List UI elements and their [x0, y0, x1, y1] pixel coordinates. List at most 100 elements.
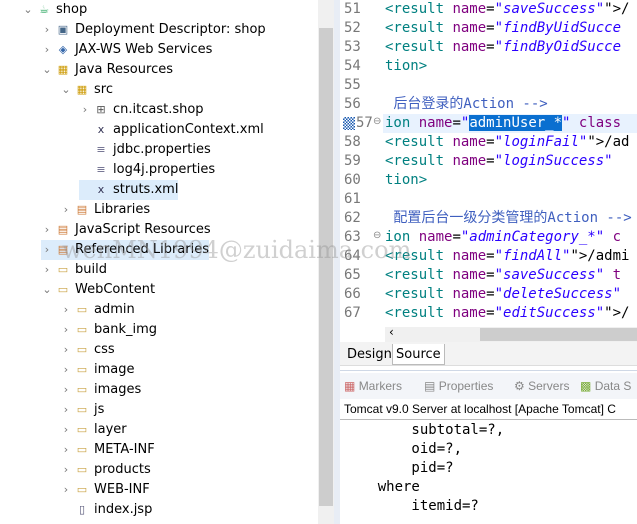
tree-item[interactable]: x applicationContext.xml [79, 120, 264, 140]
code-line[interactable]: <result name="findAll"">/admi [385, 247, 629, 266]
code-token: ion [385, 115, 419, 131]
tree-item-label: products [94, 462, 151, 477]
tab-data-source[interactable]: ▩ Data S [580, 379, 631, 393]
code-token: "saveSuccess" [494, 267, 605, 283]
tree-item[interactable]: › ▭ admin [60, 300, 135, 320]
scroll-left-icon[interactable]: ‹ [389, 325, 394, 339]
tree-item[interactable]: › ▭ META-INF [60, 440, 155, 460]
code-line[interactable]: <result name="findByUidSucce [385, 19, 621, 38]
code-token: = [486, 134, 495, 150]
chevron-right-icon[interactable]: › [60, 300, 72, 320]
code-line[interactable]: ion name="adminCategory_*" c [385, 228, 621, 247]
line-number: 67 [344, 305, 361, 321]
chevron-right-icon[interactable]: › [60, 400, 72, 420]
tree-item-label: admin [94, 302, 135, 317]
chevron-right-icon[interactable]: › [60, 360, 72, 380]
tree-item[interactable]: › ▣ Deployment Descriptor: shop [41, 20, 266, 40]
code-line[interactable]: 后台登录的Action --> [385, 95, 548, 114]
fold-collapse-icon[interactable]: ⊖ [373, 228, 381, 244]
chevron-right-icon[interactable]: › [60, 320, 72, 340]
folder-icon: ▭ [76, 443, 88, 456]
tree-item[interactable]: › ▤ Libraries [60, 200, 150, 220]
chevron-right-icon[interactable]: › [41, 20, 53, 40]
properties-icon: ▤ [424, 379, 436, 393]
tree-item[interactable]: ≡ log4j.properties [79, 160, 215, 180]
line-number: 55 [344, 77, 361, 93]
code-line[interactable]: 配置后台一级分类管理的Action --> [385, 209, 631, 228]
chevron-down-icon[interactable]: ⌄ [41, 60, 53, 80]
chevron-right-icon[interactable]: › [60, 460, 72, 480]
tree-item[interactable]: › ▭ WEB-INF [60, 480, 150, 500]
chevron-right-icon[interactable]: › [60, 200, 72, 220]
chevron-right-icon[interactable]: › [60, 380, 72, 400]
tree-item[interactable]: ⌄ ▦ Java Resources [41, 60, 173, 80]
library-icon: ▤ [57, 243, 69, 256]
chevron-down-icon[interactable]: ⌄ [60, 80, 72, 100]
tab-servers[interactable]: ⚙ Servers [514, 379, 569, 393]
tree-item[interactable]: ≡ jdbc.properties [79, 140, 210, 160]
tree-item[interactable]: › ◈ JAX-WS Web Services [41, 40, 213, 60]
chevron-right-icon[interactable]: › [60, 480, 72, 500]
tree-item-label: index.jsp [94, 502, 153, 517]
tree-item[interactable]: › ▭ css [60, 340, 115, 360]
tree-item-label: Referenced Libraries [75, 242, 209, 257]
tree-item[interactable]: › ▭ images [60, 380, 141, 400]
code-token: = [486, 39, 495, 55]
code-line[interactable]: <result name="findByOidSucce [385, 38, 621, 57]
line-number: 60 [344, 172, 361, 188]
tree-item[interactable]: › ▭ image [60, 360, 135, 380]
code-token: name [452, 1, 487, 17]
chevron-right-icon[interactable]: › [41, 240, 53, 260]
tree-item[interactable]: ⌄ ▭ WebContent [41, 280, 155, 300]
tab-source[interactable]: Source [392, 344, 445, 365]
chevron-down-icon[interactable]: ⌄ [22, 0, 34, 20]
code-token: 后台登录的Action --> [385, 96, 548, 112]
tree-item[interactable]: › ⊞ cn.itcast.shop [79, 100, 204, 120]
tree-item[interactable]: › ▭ js [60, 400, 105, 420]
tree-item-label: JavaScript Resources [75, 222, 211, 237]
tab-design[interactable]: Design [344, 344, 395, 365]
tree-item[interactable]: › ▭ bank_img [60, 320, 157, 340]
editor-scrollbar-thumb[interactable] [480, 328, 637, 341]
fold-collapse-icon[interactable]: ⊖ [373, 114, 381, 130]
tree-item[interactable]: › ▤ JavaScript Resources [41, 220, 211, 240]
code-line[interactable]: <result name="loginSuccess" [385, 152, 613, 171]
tree-item[interactable]: › ▭ build [41, 260, 107, 280]
project-explorer-tree: ⌄ ☕ shop › ▣ Deployment Descriptor: shop › ◈ JAX… [0, 0, 318, 524]
tree-item[interactable]: › ▭ layer [60, 420, 127, 440]
code-line[interactable]: <result name="deleteSuccess" [385, 285, 621, 304]
tree-item[interactable]: ⌄ ▦ src [60, 80, 113, 100]
chevron-right-icon[interactable]: › [60, 420, 72, 440]
chevron-right-icon[interactable]: › [41, 260, 53, 280]
chevron-right-icon[interactable]: › [41, 40, 53, 60]
code-line[interactable]: <result name="saveSuccess"">/ [385, 0, 629, 19]
tree-item[interactable]: ▯ index.jsp [60, 500, 152, 520]
code-token: name [452, 20, 487, 36]
code-token: <result [385, 305, 453, 321]
tree-item[interactable]: x struts.xml [79, 180, 179, 200]
chevron-down-icon[interactable]: ⌄ [41, 280, 53, 300]
tree-item[interactable]: › ▤ Referenced Libraries [41, 240, 209, 260]
tree-item-label: image [94, 362, 135, 377]
tab-markers[interactable]: ▦ Markers [344, 379, 402, 393]
code-line[interactable]: ion name="adminUser_*" class [385, 114, 621, 133]
folder-icon: ▭ [76, 463, 88, 476]
code-line[interactable]: tion> [385, 57, 427, 76]
code-line[interactable]: tion> [385, 171, 427, 190]
deployment-descriptor-icon: ▣ [57, 23, 69, 36]
tree-item[interactable]: ⌄ ☕ shop [22, 0, 87, 20]
code-token: name [418, 115, 453, 131]
chevron-right-icon[interactable]: › [60, 440, 72, 460]
code-line[interactable]: <result name="loginFail"">/ad [385, 133, 629, 152]
code-line[interactable]: <result name="saveSuccess" t [385, 266, 621, 285]
chevron-right-icon[interactable]: › [60, 340, 72, 360]
folder-icon: ▭ [76, 383, 88, 396]
tree-item[interactable]: › ▭ products [60, 460, 151, 480]
tab-properties[interactable]: ▤ Properties [424, 379, 493, 393]
chevron-right-icon[interactable]: › [79, 100, 91, 120]
code-line[interactable]: <result name="editSuccess"">/ [385, 304, 629, 323]
tree-scrollbar-thumb[interactable] [319, 28, 333, 506]
xml-source-editor[interactable]: 51 52 53 54 55 56 57 58 59 60 61 62 63 64 65 66 67 <resu… [340, 0, 637, 342]
tree-item-label: log4j.properties [113, 162, 216, 177]
chevron-right-icon[interactable]: › [41, 220, 53, 240]
